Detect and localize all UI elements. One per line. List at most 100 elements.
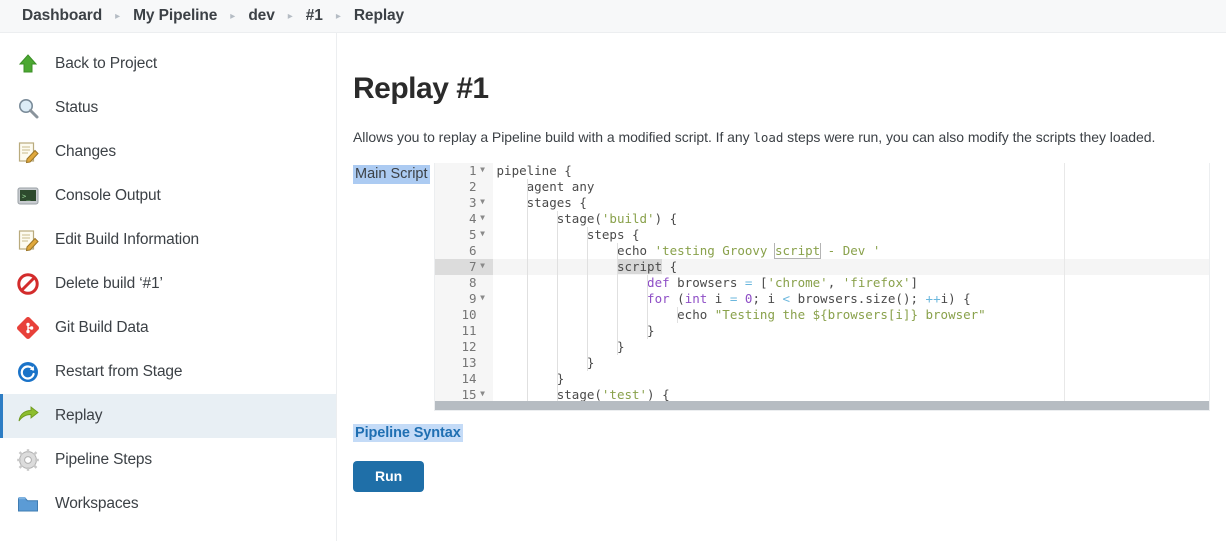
line-number: 2 (469, 179, 477, 195)
code-line[interactable]: 1 ▼ pipeline { (434, 163, 1209, 180)
sidebar-item-status[interactable]: Status (0, 86, 336, 130)
code-line[interactable]: 8▼ def browsers = ['chrome', 'firefox'] (434, 274, 1209, 292)
line-number-gutter[interactable]: 3 ▼ (434, 194, 493, 212)
code-line-text: } (493, 371, 1209, 388)
code-token: } (496, 371, 565, 387)
breadcrumb-item-my-pipeline[interactable]: My Pipeline (133, 7, 217, 25)
sidebar-item-replay[interactable]: Replay (0, 394, 336, 438)
sidebar-item-label: Git Build Data (55, 319, 149, 336)
code-token: stages { (496, 195, 587, 211)
fold-toggle-icon[interactable]: ▼ (477, 163, 489, 178)
line-number: 11 (461, 323, 477, 339)
line-number-gutter[interactable]: 12▼ (434, 338, 493, 356)
line-number-gutter[interactable]: 8▼ (434, 274, 493, 292)
fold-toggle-icon[interactable]: ▼ (477, 258, 489, 274)
line-number-gutter[interactable]: 2▼ (434, 179, 493, 196)
sidebar-item-workspaces[interactable]: Workspaces (0, 482, 336, 526)
code-token: [ (752, 275, 768, 291)
code-line[interactable]: 7 ▼ script { (434, 258, 1209, 276)
fold-toggle-icon[interactable]: ▼ (477, 290, 489, 306)
sidebar-item-changes[interactable]: Changes (0, 130, 336, 174)
script-editor[interactable]: 1▼pipeline {2▼ agent any3▼ stages {4▼ st… (433, 163, 1210, 412)
fold-toggle-icon[interactable]: ▼ (477, 226, 489, 242)
fold-spacer: ▼ (477, 338, 489, 354)
code-token: } (496, 355, 595, 371)
fold-toggle-icon[interactable]: ▼ (477, 386, 489, 402)
breadcrumb-item-dashboard[interactable]: Dashboard (22, 7, 102, 25)
sidebar-item-pipeline-steps[interactable]: Pipeline Steps (0, 438, 336, 482)
pipeline-syntax-link[interactable]: Pipeline Syntax (353, 424, 463, 443)
indent-guide (526, 195, 528, 212)
fold-spacer: ▼ (477, 274, 489, 290)
indent-guide (586, 291, 588, 308)
code-line[interactable]: 4 ▼ stage('build') { (434, 210, 1209, 228)
main-content: Replay #1 Allows you to replay a Pipelin… (337, 33, 1226, 541)
indent-guide (586, 323, 588, 340)
indent-guide (526, 323, 528, 340)
indent-guide (646, 307, 648, 324)
highlighted-token: script (616, 259, 663, 275)
code-line[interactable]: 14▼ } (434, 371, 1209, 388)
sidebar-item-git-build-data[interactable]: Git Build Data (0, 306, 336, 350)
indent-guide (616, 307, 618, 324)
load-keyword: load (753, 130, 784, 145)
line-number: 8 (469, 275, 477, 291)
fold-toggle-icon[interactable]: ▼ (477, 194, 489, 210)
no-entry-icon (16, 272, 40, 296)
line-number-gutter[interactable]: 5 ▼ (434, 226, 493, 244)
code-line[interactable]: 2▼ agent any (434, 179, 1209, 196)
line-number-gutter[interactable]: 11▼ (434, 323, 493, 340)
code-line[interactable]: 12▼ } (434, 338, 1209, 356)
line-number: 13 (461, 355, 477, 371)
line-number-gutter[interactable]: 14▼ (434, 371, 493, 388)
code-line[interactable]: 6▼ echo 'testing Groovy script - Dev ' (434, 242, 1209, 260)
indent-guide (586, 275, 588, 292)
sidebar-item-console-output[interactable]: >_ Console Output (0, 174, 336, 218)
code-token: 'firefox' (842, 275, 911, 291)
breadcrumb-separator: ▸ (287, 11, 293, 22)
line-number-gutter[interactable]: 9 ▼ (434, 290, 493, 308)
sidebar-item-restart-from-stage[interactable]: Restart from Stage (0, 350, 336, 394)
code-line[interactable]: 11▼ } (434, 323, 1209, 340)
code-token: def (647, 275, 670, 291)
editor-horizontal-scrollbar[interactable] (434, 401, 1209, 411)
code-line[interactable]: 10▼ echo "Testing the ${browsers[i]} bro… (434, 307, 1209, 324)
breadcrumb-item-dev[interactable]: dev (248, 7, 275, 25)
sidebar-item-edit-build-information[interactable]: Edit Build Information (0, 218, 336, 262)
indent-guide (556, 323, 558, 340)
sidebar-item-delete-build-1[interactable]: Delete build ‘#1’ (0, 262, 336, 306)
sidebar-item-back-to-project[interactable]: Back to Project (0, 42, 336, 86)
line-number: 12 (461, 339, 477, 355)
line-number: 1 (469, 163, 477, 179)
run-button[interactable]: Run (353, 461, 425, 493)
magnifier-icon (16, 96, 40, 120)
indent-guide (526, 339, 528, 356)
code-token: 'build' (601, 211, 655, 227)
code-line[interactable]: 3 ▼ stages { (434, 194, 1209, 212)
code-line[interactable]: 5 ▼ steps { (434, 226, 1209, 244)
indent-guide (556, 259, 558, 276)
line-number: 9 (469, 291, 477, 307)
line-number-gutter[interactable]: 6▼ (434, 242, 493, 260)
fold-toggle-icon[interactable]: ▼ (477, 210, 489, 226)
page-description-part2: steps were run, you can also modify the … (783, 129, 1156, 145)
code-line[interactable]: 9 ▼ for (int i = 0; i < browsers.size(); … (434, 290, 1209, 308)
indent-guide (556, 275, 558, 292)
highlighted-token: script (773, 243, 822, 260)
folder-icon (16, 492, 40, 516)
code-token: ; i (752, 291, 783, 307)
line-number-gutter[interactable]: 7 ▼ (434, 258, 493, 276)
line-number-gutter[interactable]: 13▼ (434, 355, 493, 372)
breadcrumb-item-1[interactable]: #1 (306, 7, 323, 25)
page-title: Replay #1 (353, 72, 489, 105)
line-number-gutter[interactable]: 4 ▼ (434, 210, 493, 228)
code-line[interactable]: 13▼ } (434, 355, 1209, 372)
line-number-gutter[interactable]: 1 ▼ (434, 163, 493, 180)
indent-guide (646, 323, 648, 340)
breadcrumb-item-replay[interactable]: Replay (354, 7, 404, 25)
code-area[interactable]: 1▼pipeline {2▼ agent any3▼ stages {4▼ st… (434, 163, 1209, 411)
fold-spacer: ▼ (477, 242, 489, 258)
line-number-gutter[interactable]: 10▼ (434, 307, 493, 324)
code-token: i) { (940, 291, 971, 307)
indent-guide (616, 291, 618, 308)
